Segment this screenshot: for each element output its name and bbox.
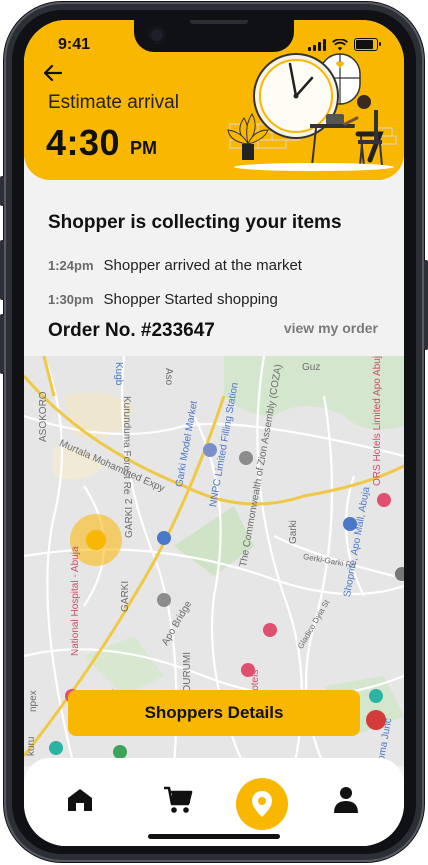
- home-indicator: [148, 834, 280, 839]
- cart-icon: [164, 786, 193, 813]
- status-event: 1:30pm Shopper Started shopping: [48, 291, 278, 308]
- shoppers-details-button[interactable]: Shoppers Details: [68, 690, 360, 736]
- order-number: Order No. #233647: [48, 320, 215, 341]
- map-label: Garki: [288, 520, 299, 544]
- home-icon: [68, 789, 92, 811]
- eta-ampm: PM: [130, 138, 157, 158]
- eta-time: 4:30: [46, 122, 121, 163]
- view-order-link[interactable]: view my order: [284, 320, 378, 336]
- order-status-panel: Shopper is collecting your items 1:24pm …: [24, 180, 404, 360]
- app-screen: 9:41 Estimate arrival 4:30 PM Shopper is…: [24, 20, 404, 846]
- nav-cart[interactable]: [158, 780, 198, 820]
- nav-location[interactable]: [236, 778, 288, 830]
- nav-home[interactable]: [60, 780, 100, 820]
- back-arrow-icon[interactable]: [43, 64, 63, 87]
- map-label: DURUMI: [182, 652, 193, 692]
- power-button: [424, 260, 428, 350]
- event-time: 1:30pm: [48, 292, 94, 307]
- eta-label: Estimate arrival: [48, 92, 179, 113]
- map-label: ORS Hotels Limited Apo Abuja: [372, 356, 383, 486]
- bottom-nav: [24, 758, 404, 846]
- status-event: 1:24pm Shopper arrived at the market: [48, 257, 302, 274]
- map-label: National Hospital - Abuja: [70, 546, 81, 656]
- map-label: Aso: [163, 368, 174, 386]
- map-label: kuru: [26, 736, 37, 756]
- waiting-illustration: [227, 53, 397, 171]
- profile-icon: [334, 787, 358, 813]
- map-label: GARKI: [120, 580, 131, 612]
- speaker: [190, 20, 248, 24]
- map-label: npex: [28, 690, 39, 712]
- front-camera: [148, 26, 166, 44]
- volume-up-button: [0, 240, 4, 300]
- location-pin-icon: [252, 791, 272, 817]
- eta-header: 9:41 Estimate arrival 4:30 PM: [24, 20, 404, 180]
- volume-down-button: [0, 314, 4, 374]
- mute-switch: [0, 176, 4, 206]
- map-label: Kugb: [113, 362, 124, 386]
- status-time: 9:41: [58, 36, 91, 53]
- event-text: Shopper arrived at the market: [103, 257, 302, 274]
- event-time: 1:24pm: [48, 258, 94, 273]
- nav-profile[interactable]: [326, 780, 366, 820]
- map-label: Guz: [302, 362, 321, 373]
- map-label: ASOKORO: [38, 391, 49, 442]
- map-label: GARKI 2: [124, 498, 135, 538]
- status-title: Shopper is collecting your items: [48, 212, 342, 233]
- event-text: Shopper Started shopping: [103, 291, 278, 308]
